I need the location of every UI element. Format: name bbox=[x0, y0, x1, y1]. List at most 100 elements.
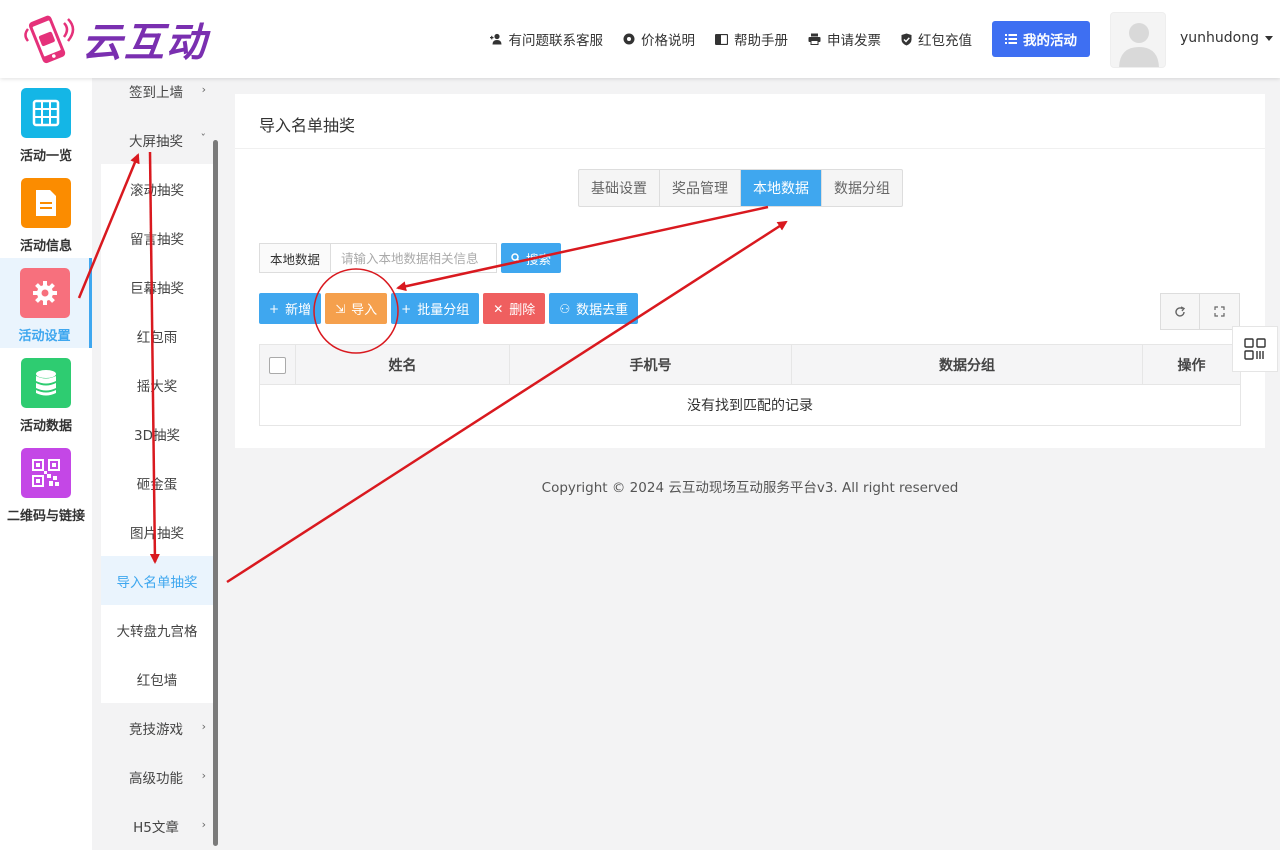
user-check-icon: ⚇ bbox=[559, 301, 571, 316]
menu-label: 签到上墙 bbox=[129, 84, 183, 101]
menu-red-packet-rain[interactable]: 红包雨 bbox=[101, 311, 213, 360]
search-input[interactable] bbox=[331, 243, 498, 273]
add-label: 新增 bbox=[285, 303, 312, 318]
sidebar-item-label: 活动信息 bbox=[19, 239, 72, 254]
tab-basic-settings[interactable]: 基础设置 bbox=[579, 170, 660, 206]
menu-advanced-features[interactable]: 高级功能 › bbox=[92, 752, 220, 801]
sub-menu: 签到上墙 › 大屏抽奖 ˇ 滚动抽奖 留言抽奖 巨幕抽奖 红包雨 摇大奖 3D抽… bbox=[92, 78, 220, 850]
username-label: yunhudong bbox=[1180, 30, 1259, 46]
avatar[interactable] bbox=[1110, 12, 1166, 68]
menu-message-lottery[interactable]: 留言抽奖 bbox=[101, 213, 213, 262]
menu-3d-lottery[interactable]: 3D抽奖 bbox=[101, 409, 213, 458]
menu-scroll-lottery[interactable]: 滚动抽奖 bbox=[101, 164, 213, 213]
invoice-link[interactable]: 申请发票 bbox=[808, 29, 881, 49]
menu-label: 砸金蛋 bbox=[136, 476, 178, 493]
menu-picture-lottery[interactable]: 图片抽奖 bbox=[101, 507, 213, 556]
menu-h5-articles[interactable]: H5文章 › bbox=[92, 801, 220, 850]
shield-check-icon bbox=[901, 33, 912, 45]
refresh-button[interactable] bbox=[1160, 293, 1200, 330]
chevron-right-icon: › bbox=[201, 818, 206, 831]
page-title: 导入名单抽奖 bbox=[259, 116, 356, 135]
pricing-label: 价格说明 bbox=[641, 33, 695, 49]
sidebar-item-label: 活动数据 bbox=[19, 419, 72, 434]
menu-big-screen-lottery[interactable]: 大屏抽奖 ˇ bbox=[92, 115, 220, 164]
menu-label: 红包雨 bbox=[136, 329, 178, 346]
menu-red-packet-wall[interactable]: 红包墙 bbox=[101, 654, 213, 703]
qrcode-scan-icon bbox=[1244, 338, 1266, 360]
menu-giant-screen-lottery[interactable]: 巨幕抽奖 bbox=[101, 262, 213, 311]
menu-label: 巨幕抽奖 bbox=[130, 280, 184, 297]
printer-icon bbox=[808, 33, 821, 45]
pricing-link[interactable]: 价格说明 bbox=[623, 29, 695, 49]
sidebar-item-qrcode-links[interactable]: 二维码与链接 bbox=[0, 438, 92, 528]
floating-qrcode-button[interactable] bbox=[1232, 326, 1278, 372]
action-toolbar: + 新增 ⇲ 导入 + 批量分组 ✕ 删除 ⚇ 数据去重 bbox=[259, 293, 642, 324]
settings-icon bbox=[623, 33, 635, 45]
menu-label: 竞技游戏 bbox=[129, 721, 183, 738]
menu-golden-egg[interactable]: 砸金蛋 bbox=[101, 458, 213, 507]
chevron-right-icon: › bbox=[201, 720, 206, 733]
batch-group-button[interactable]: + 批量分组 bbox=[391, 293, 480, 324]
sidebar-item-activity-info[interactable]: 活动信息 bbox=[0, 168, 92, 258]
add-user-icon bbox=[489, 33, 501, 45]
sidebar-item-activity-overview[interactable]: 活动一览 bbox=[0, 78, 92, 168]
column-header-phone[interactable]: 手机号 bbox=[510, 345, 792, 385]
select-all-cell bbox=[260, 345, 296, 385]
sub-menu-scrollbar[interactable] bbox=[213, 140, 218, 846]
contact-support-link[interactable]: 有问题联系客服 bbox=[489, 29, 604, 49]
column-header-group[interactable]: 数据分组 bbox=[792, 345, 1143, 385]
column-header-name[interactable]: 姓名 bbox=[296, 345, 510, 385]
refresh-icon bbox=[1175, 305, 1186, 317]
menu-import-list-lottery[interactable]: 导入名单抽奖 bbox=[101, 556, 213, 605]
redpacket-recharge-link[interactable]: 红包充值 bbox=[901, 29, 972, 49]
user-silhouette-icon bbox=[1119, 23, 1159, 67]
redpacket-recharge-label: 红包充值 bbox=[918, 33, 972, 49]
close-icon: ✕ bbox=[493, 301, 504, 316]
menu-label: 滚动抽奖 bbox=[130, 182, 184, 199]
invoice-label: 申请发票 bbox=[827, 33, 881, 49]
list-icon bbox=[1005, 34, 1017, 44]
sidebar-item-activity-settings[interactable]: 活动设置 bbox=[0, 258, 92, 348]
user-menu[interactable]: yunhudong bbox=[1180, 30, 1273, 46]
data-table: 姓名 手机号 数据分组 操作 没有找到匹配的记录 bbox=[259, 344, 1241, 426]
search-bar: 本地数据 搜索 bbox=[259, 243, 562, 273]
column-header-actions: 操作 bbox=[1177, 358, 1206, 374]
sidebar-item-label: 活动一览 bbox=[19, 149, 72, 164]
search-button-label: 搜索 bbox=[526, 251, 552, 267]
brand-name: 云互动 bbox=[82, 20, 208, 66]
icon-sidebar: 活动一览 活动信息 活动设置 活动数据 二维码与链接 bbox=[0, 78, 92, 850]
menu-competitive-games[interactable]: 竞技游戏 › bbox=[92, 703, 220, 752]
search-icon bbox=[511, 253, 521, 263]
contact-support-label: 有问题联系客服 bbox=[508, 33, 604, 49]
sidebar-item-label: 二维码与链接 bbox=[6, 509, 85, 524]
brand-logo[interactable]: 云互动 bbox=[20, 10, 208, 68]
add-button[interactable]: + 新增 bbox=[259, 293, 322, 324]
tab-prize-management[interactable]: 奖品管理 bbox=[660, 170, 741, 206]
menu-label: 大屏抽奖 bbox=[129, 133, 183, 150]
my-activity-button[interactable]: 我的活动 bbox=[992, 21, 1090, 57]
search-button[interactable]: 搜索 bbox=[501, 243, 562, 273]
menu-label: 3D抽奖 bbox=[134, 427, 180, 444]
menu-label: 图片抽奖 bbox=[130, 525, 184, 542]
import-label: 导入 bbox=[351, 303, 378, 318]
caret-down-icon bbox=[1265, 35, 1273, 41]
sidebar-item-label: 活动设置 bbox=[18, 329, 71, 344]
qrcode-icon bbox=[21, 448, 71, 498]
menu-label: H5文章 bbox=[133, 819, 179, 836]
menu-label: 导入名单抽奖 bbox=[116, 574, 198, 591]
menu-wheel-grid[interactable]: 大转盘九宫格 bbox=[101, 605, 213, 654]
sidebar-item-activity-data[interactable]: 活动数据 bbox=[0, 348, 92, 438]
fullscreen-button[interactable] bbox=[1200, 293, 1240, 330]
delete-button[interactable]: ✕ 删除 bbox=[483, 293, 546, 324]
dedupe-button[interactable]: ⚇ 数据去重 bbox=[549, 293, 639, 324]
tab-data-groups[interactable]: 数据分组 bbox=[822, 170, 902, 206]
select-all-checkbox[interactable] bbox=[269, 356, 286, 374]
import-button[interactable]: ⇲ 导入 bbox=[325, 293, 388, 324]
tab-local-data[interactable]: 本地数据 bbox=[741, 170, 822, 206]
menu-label: 高级功能 bbox=[129, 770, 183, 787]
help-manual-link[interactable]: 帮助手册 bbox=[715, 29, 788, 49]
grid-icon bbox=[21, 88, 71, 138]
menu-shake-prize[interactable]: 摇大奖 bbox=[101, 360, 213, 409]
plus-icon: + bbox=[401, 301, 412, 316]
chevron-right-icon: › bbox=[201, 83, 206, 96]
